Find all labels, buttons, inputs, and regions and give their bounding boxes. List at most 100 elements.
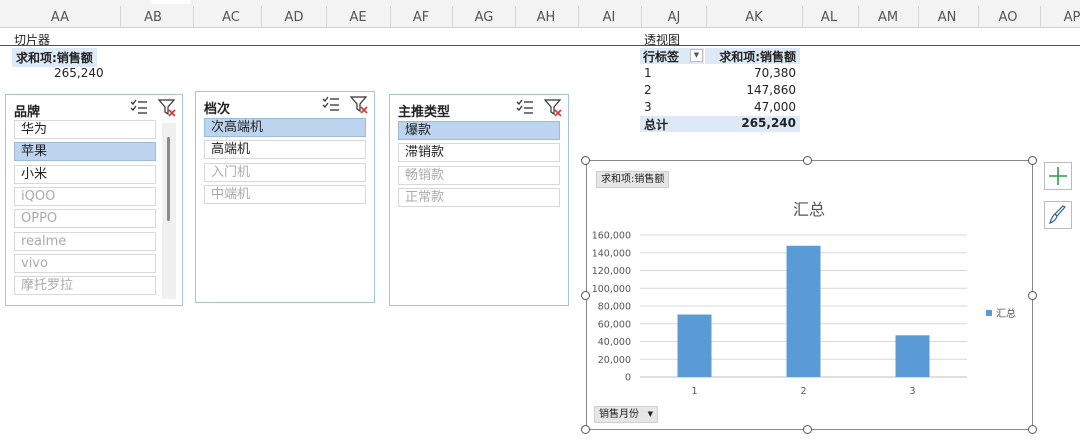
slicer-section-label[interactable]: 切片器 (14, 31, 50, 48)
chart-elements-button[interactable] (1044, 162, 1072, 190)
column-divider[interactable] (641, 6, 642, 28)
resize-handle-bottom-right[interactable] (1028, 425, 1037, 434)
y-tick-label: 100,000 (592, 284, 631, 295)
clear-filter-icon[interactable] (158, 99, 176, 117)
chart-styles-button[interactable] (1044, 201, 1072, 229)
resize-handle-top[interactable] (803, 156, 812, 165)
multi-select-icon[interactable] (130, 99, 148, 115)
bar (677, 314, 712, 377)
pivot-row-header-label: 行标签 (643, 50, 680, 64)
clear-filter-icon[interactable] (350, 96, 368, 114)
chart-title: 汇总 (793, 200, 825, 219)
slicer-tier-item[interactable]: 高端机 (204, 140, 366, 160)
column-header-aj[interactable]: AJ (668, 10, 681, 25)
column-header-ah[interactable]: AH (537, 10, 556, 25)
column-divider[interactable] (326, 6, 327, 28)
column-header-ac[interactable]: AC (222, 10, 240, 25)
pivot-row-label[interactable]: 3 (644, 100, 652, 114)
column-header-an[interactable]: AN (938, 10, 957, 25)
pivot-row-label[interactable]: 2 (644, 83, 652, 97)
column-divider[interactable] (515, 6, 516, 28)
resize-handle-bottom-left[interactable] (581, 425, 590, 434)
bar (895, 335, 930, 377)
column-header-am[interactable]: AM (878, 10, 898, 25)
slicer-brand-item[interactable]: 华为 (14, 120, 156, 139)
pivot-row-value[interactable]: 147,860 (705, 83, 796, 97)
column-header-ap[interactable]: AP (1064, 10, 1080, 25)
chart-axis-field-button[interactable]: 销售月份 ▼ (594, 406, 658, 423)
y-tick-label: 60,000 (598, 319, 631, 330)
column-header-ai[interactable]: AI (603, 10, 616, 25)
slicer-brand-item[interactable]: 小米 (14, 164, 156, 184)
sum-label-cell[interactable]: 求和项:销售额 (12, 48, 97, 67)
column-header-ad[interactable]: AD (285, 10, 304, 25)
column-divider[interactable] (120, 6, 121, 28)
chevron-down-icon: ▼ (647, 410, 653, 418)
column-header-ab[interactable]: AB (144, 10, 162, 25)
column-header-ao[interactable]: AO (999, 10, 1018, 25)
column-divider[interactable] (452, 6, 453, 28)
y-tick-label: 20,000 (598, 355, 631, 366)
slicer-brand-item[interactable]: 苹果 (14, 142, 156, 162)
pivot-row-label[interactable]: 1 (644, 66, 652, 80)
column-divider[interactable] (261, 6, 262, 28)
slicer-promo-item[interactable]: 畅销款 (398, 165, 560, 185)
column-divider[interactable] (390, 6, 391, 28)
column-divider[interactable] (1040, 6, 1041, 28)
slicer-brand-scroll-thumb[interactable] (167, 137, 170, 221)
column-header-af[interactable]: AF (413, 10, 429, 25)
pivot-row-value[interactable]: 70,380 (705, 66, 796, 80)
column-header-ak[interactable]: AK (745, 10, 762, 25)
paintbrush-icon (1049, 205, 1066, 224)
column-divider[interactable] (578, 6, 579, 28)
resize-handle-left[interactable] (581, 291, 590, 300)
pivot-chart[interactable]: 求和项:销售额 汇总 0 20,000 40,000 60,000 80,000 100,0… (586, 160, 1033, 430)
resize-handle-top-left[interactable] (581, 156, 590, 165)
slicer-promo-item[interactable]: 滞销款 (398, 143, 560, 163)
filter-dropdown-icon[interactable]: ▼ (690, 49, 703, 62)
multi-select-icon[interactable] (322, 96, 340, 112)
column-divider[interactable] (802, 6, 803, 28)
x-tick-label: 1 (691, 386, 697, 397)
slicer-brand-item[interactable]: OPPO (14, 209, 156, 229)
column-divider[interactable] (858, 6, 859, 28)
slicer-brand-item[interactable]: vivo (14, 253, 156, 273)
legend-swatch (986, 310, 992, 316)
sum-value-cell[interactable]: 265,240 (54, 66, 104, 80)
pivot-value-header[interactable]: 求和项:销售额 (705, 48, 800, 64)
slicer-brand-item[interactable]: iQOO (14, 186, 156, 206)
clear-filter-icon[interactable] (544, 99, 562, 117)
slicer-promo-item[interactable]: 爆款 (398, 121, 560, 140)
resize-handle-right[interactable] (1028, 291, 1037, 300)
column-header-ae[interactable]: AE (349, 10, 366, 25)
bar (786, 245, 821, 377)
column-divider[interactable] (918, 6, 919, 28)
slicer-tier-item[interactable]: 次高端机 (204, 118, 366, 137)
column-divider[interactable] (193, 6, 194, 28)
column-header-al[interactable]: AL (821, 10, 837, 25)
slicer-brand-item[interactable]: realme (14, 231, 156, 251)
pivot-section-label[interactable]: 透视图 (644, 31, 680, 48)
pivot-total-row[interactable]: 总计 265,240 (640, 116, 800, 132)
column-header-ag[interactable]: AG (475, 10, 494, 25)
column-header-bar: AA AB AC AD AE AF AG AH AI AJ AK AL AM AN AO AP (0, 0, 1080, 28)
column-divider[interactable] (978, 6, 979, 28)
multi-select-icon[interactable] (516, 99, 534, 115)
slicer-tier-item[interactable]: 中端机 (204, 184, 366, 204)
slicer-promo-type-title: 主推类型 (398, 105, 451, 120)
plus-icon (1049, 167, 1067, 185)
pivot-total-label: 总计 (644, 118, 669, 132)
slicer-promo-type[interactable]: 主推类型 爆款滞销款 畅销款 正常款 (389, 94, 569, 306)
slicer-promo-item[interactable]: 正常款 (398, 187, 560, 207)
pivot-row-value[interactable]: 47,000 (705, 100, 796, 114)
resize-handle-top-right[interactable] (1028, 156, 1037, 165)
column-divider[interactable] (706, 6, 707, 28)
resize-handle-bottom[interactable] (803, 425, 812, 434)
column-header-aa[interactable]: AA (51, 10, 69, 25)
slicer-tier-title: 档次 (204, 102, 231, 117)
slicer-brand-item[interactable]: 摩托罗拉 (14, 276, 156, 296)
slicer-brand-scrollbar[interactable] (162, 123, 176, 299)
slicer-tier-item[interactable]: 入门机 (204, 162, 366, 182)
slicer-tier[interactable]: 档次 次高端机高端机 入门机 中端机 (195, 91, 375, 303)
slicer-brand[interactable]: 品牌 华为 苹果 小米 iQOO OPPO realme vivo 摩托罗拉 (5, 94, 183, 306)
